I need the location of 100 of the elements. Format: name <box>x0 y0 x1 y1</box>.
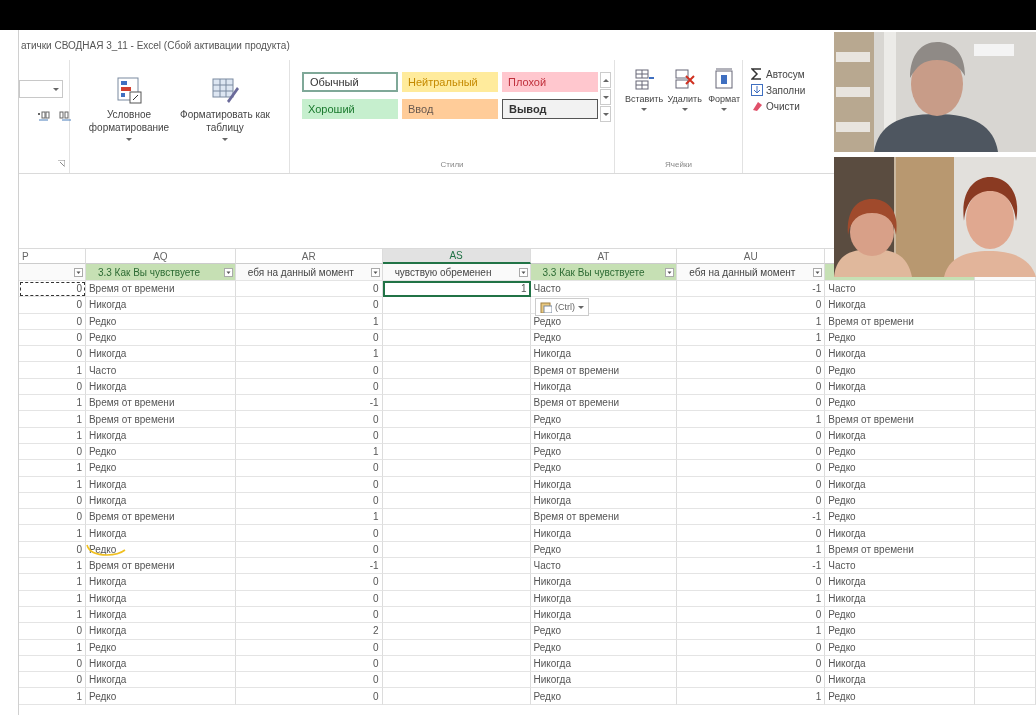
table-cell: Время от времени <box>85 281 236 298</box>
table-cell: Никогда <box>85 590 236 607</box>
empty-cell <box>975 655 1036 673</box>
filter-dropdown-icon[interactable] <box>518 268 528 277</box>
table-cell: 0 <box>677 655 826 673</box>
cells-button[interactable]: Удалить <box>667 68 703 111</box>
scroll-down-icon[interactable] <box>600 89 611 105</box>
table-cell: Редко <box>825 329 976 347</box>
increase-decimal-icon[interactable] <box>37 110 51 122</box>
editing-button[interactable]: Очисти <box>751 100 806 112</box>
table-cell: 0 <box>235 297 383 314</box>
table-cell: 0 <box>677 476 826 493</box>
column-header[interactable]: AS <box>382 249 531 264</box>
table-cell: Редко <box>825 639 976 656</box>
table-cell: Никогда <box>85 525 236 542</box>
table-cell: 0 <box>19 281 86 298</box>
empty-cell <box>975 362 1036 379</box>
table-cell: 0 <box>19 623 86 640</box>
table-cell: 0 <box>235 639 383 656</box>
table-cell: 1 <box>235 443 383 461</box>
format-button[interactable]: Форматировать как таблицу <box>180 76 270 148</box>
table-cell: Редко <box>825 509 976 526</box>
filter-dropdown-icon[interactable] <box>813 268 823 277</box>
empty-cell <box>975 509 1036 526</box>
cell-style-item[interactable]: Хороший <box>302 99 398 119</box>
table-cell: -1 <box>235 558 383 575</box>
table-cell: 0 <box>677 639 826 656</box>
table-cell: Никогда <box>825 590 976 607</box>
table-cell: 1 <box>677 313 826 330</box>
table-cell: Никогда <box>530 590 678 607</box>
header-cell: ебя на данный момент <box>677 264 826 281</box>
column-header[interactable]: P <box>19 249 86 264</box>
decrease-decimal-icon[interactable] <box>59 110 73 122</box>
filter-dropdown-icon[interactable] <box>73 268 83 277</box>
dialog-launcher-icon[interactable] <box>58 160 65 167</box>
table-cell: 0 <box>235 492 383 510</box>
fill-down-icon <box>751 84 763 96</box>
table-cell: Редко <box>825 460 976 477</box>
table-cell: Редко <box>825 606 976 624</box>
column-header[interactable]: AQ <box>85 249 236 264</box>
empty-cell <box>975 525 1036 542</box>
empty-cell <box>975 672 1036 689</box>
filter-dropdown-icon[interactable] <box>223 268 233 277</box>
cells-button[interactable]: Вставить <box>625 68 663 111</box>
more-icon[interactable] <box>600 106 611 122</box>
empty-cell <box>975 346 1036 363</box>
empty-cell <box>975 574 1036 591</box>
table-cell: 0 <box>677 574 826 591</box>
cell-style-item[interactable]: Плохой <box>502 72 598 92</box>
table-cell: 1 <box>677 329 826 347</box>
table-cell: Редко <box>85 639 236 656</box>
table-cell: 1 <box>19 476 86 493</box>
table-cell: Время от времени <box>530 362 678 379</box>
table-cell: Никогда <box>85 378 236 396</box>
table-cell: Время от времени <box>825 313 976 330</box>
table-cell: 0 <box>235 460 383 477</box>
column-header[interactable]: AR <box>235 249 383 264</box>
empty-cell <box>975 492 1036 510</box>
column-header[interactable]: AU <box>677 249 826 264</box>
group-label: Ячейки <box>664 160 693 169</box>
table-cell: Никогда <box>825 427 976 444</box>
table-cell: 0 <box>19 509 86 526</box>
cells-button[interactable]: Формат <box>706 68 742 111</box>
table-cell: 0 <box>235 281 383 298</box>
table-cell: 0 <box>19 443 86 461</box>
table-cell: 1 <box>19 411 86 428</box>
table-cell: 1 <box>235 346 383 363</box>
scroll-up-icon[interactable] <box>600 72 611 88</box>
table-cell: 0 <box>677 362 826 379</box>
table-cell: Редко <box>825 362 976 379</box>
table-cell: 2 <box>235 623 383 640</box>
filter-dropdown-icon[interactable] <box>370 268 380 277</box>
paste-options-button[interactable]: (Ctrl) <box>535 298 589 316</box>
cell-style-item[interactable]: Вывод <box>502 99 598 119</box>
column-header[interactable]: AT <box>530 249 678 264</box>
delete-cells-icon <box>673 68 696 90</box>
table-cell: Время от времени <box>825 411 976 428</box>
table-cell: Редко <box>825 688 976 705</box>
empty-cell <box>975 411 1036 428</box>
editing-button[interactable]: Автосум <box>751 68 806 80</box>
empty-cell <box>975 443 1036 461</box>
table-cell: 0 <box>19 541 86 559</box>
editing-button[interactable]: Заполни <box>751 84 806 96</box>
format-button[interactable]: Условное форматирование <box>84 76 174 148</box>
table-cell: 0 <box>19 297 86 314</box>
cell-style-item[interactable]: Обычный <box>302 72 398 92</box>
table-cell: 0 <box>235 362 383 379</box>
cell-style-item[interactable]: Ввод <box>402 99 498 119</box>
table-cell: Никогда <box>530 378 678 396</box>
table-cell: Никогда <box>825 655 976 673</box>
group-label: Стили <box>439 160 465 169</box>
table-cell: 1 <box>19 558 86 575</box>
empty-cell <box>975 297 1036 314</box>
empty-cell <box>975 378 1036 396</box>
table-cell: 1 <box>19 460 86 477</box>
filter-dropdown-icon[interactable] <box>665 268 675 277</box>
table-cell: 1 <box>235 313 383 330</box>
table-cell: 0 <box>677 606 826 624</box>
table-cell: Редко <box>85 443 236 461</box>
table-cell: Часто <box>825 281 976 298</box>
